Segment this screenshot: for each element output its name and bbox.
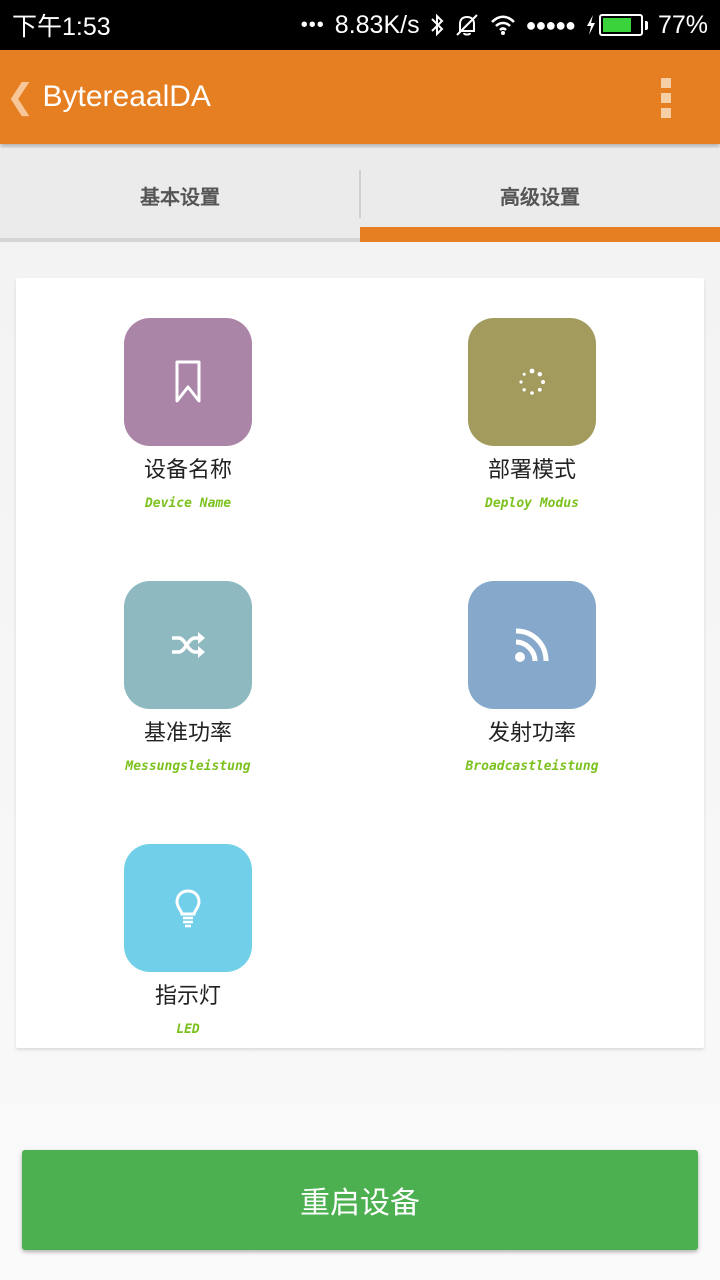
spinner-icon xyxy=(519,368,545,395)
tab-basic-settings[interactable]: 基本设置 xyxy=(0,148,360,242)
broadcast-power-tile xyxy=(468,581,596,709)
rss-icon xyxy=(515,628,549,662)
bookmark-icon xyxy=(175,360,201,403)
app-title: BytereaalDA xyxy=(42,80,211,113)
tile-label: 指示灯 xyxy=(154,984,221,1009)
tile-sublabel: Device Name xyxy=(144,496,232,511)
tile-label: 设备名称 xyxy=(143,458,232,483)
wifi-icon xyxy=(490,14,516,36)
deploy-mode-tile xyxy=(468,318,596,446)
setting-reference-power[interactable]: 基准功率 Messungsleistung xyxy=(58,581,318,774)
setting-deploy-mode[interactable]: 部署模式 Deploy Modus xyxy=(402,318,662,511)
shuffle-icon xyxy=(172,632,205,658)
signal-icon: ●●●●● xyxy=(525,14,576,35)
tile-sublabel: LED xyxy=(176,1022,200,1037)
tile-sublabel: Messungsleistung xyxy=(125,759,251,774)
tab-label: 基本设置 xyxy=(140,184,220,209)
setting-led[interactable]: 指示灯 LED xyxy=(58,844,318,1037)
tab-divider xyxy=(359,170,361,218)
tile-label: 发射功率 xyxy=(487,721,576,746)
screen: 下午1:53 ••• 8.83K/s ●●●●● 77% ❮ Bytereaal… xyxy=(0,0,720,1280)
tab-advanced-settings[interactable]: 高级设置 xyxy=(360,148,720,242)
tile-label: 部署模式 xyxy=(487,458,576,483)
status-time: 下午1:53 xyxy=(12,13,111,41)
battery-icon xyxy=(585,14,648,36)
tile-label: 基准功率 xyxy=(143,721,232,746)
setting-device-name[interactable]: 设备名称 Device Name xyxy=(58,318,318,511)
setting-broadcast-power[interactable]: 发射功率 Broadcastleistung xyxy=(402,581,662,774)
status-bar: 下午1:53 ••• 8.83K/s ●●●●● 77% xyxy=(0,0,720,50)
app-bar: ❮ BytereaalDA xyxy=(0,50,720,144)
device-name-tile xyxy=(124,318,252,446)
tile-sublabel: Broadcastleistung xyxy=(465,759,599,774)
mute-vibrate-icon xyxy=(454,13,480,37)
active-tab-indicator xyxy=(360,227,720,242)
reboot-device-button[interactable]: 重启设备 xyxy=(22,1150,698,1250)
tab-label: 高级设置 xyxy=(500,184,580,209)
led-tile xyxy=(124,844,252,972)
status-dots: ••• xyxy=(300,13,325,36)
tile-sublabel: Deploy Modus xyxy=(485,496,579,511)
battery-percent: 77% xyxy=(657,10,708,39)
tab-bar: 基本设置 高级设置 xyxy=(0,148,720,242)
bluetooth-icon xyxy=(430,13,444,37)
network-speed: 8.83K/s xyxy=(334,10,420,39)
settings-card: 设备名称 Device Name 部署模式 Deploy Modus 基准功率 … xyxy=(16,278,704,1048)
back-button[interactable]: ❮ BytereaalDA xyxy=(0,50,211,144)
charging-icon xyxy=(586,15,595,35)
lightbulb-icon xyxy=(175,889,201,928)
more-vertical-icon[interactable] xyxy=(656,78,676,118)
reference-power-tile xyxy=(124,581,252,709)
back-chevron-icon: ❮ xyxy=(6,77,35,117)
